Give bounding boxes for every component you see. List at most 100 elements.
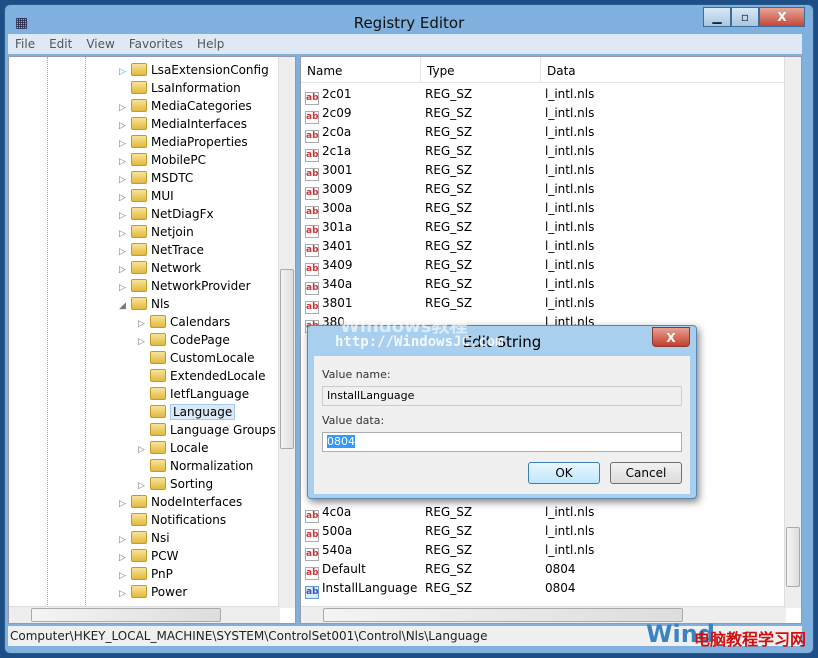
tree-item[interactable]: LsaInformation <box>119 79 241 97</box>
value-row[interactable]: ab Default REG_SZ 0804 <box>305 560 576 580</box>
value-row[interactable]: ab 2c1a REG_SZ l_intl.nls <box>305 142 594 162</box>
menu-view[interactable]: View <box>79 34 121 54</box>
tree-scroll-thumb[interactable] <box>280 269 294 449</box>
tree-item[interactable]: ▷ Nsi <box>119 529 170 547</box>
folder-icon <box>131 513 147 526</box>
tree-item-label: Locale <box>170 441 209 455</box>
expand-arrow-icon[interactable]: ▷ <box>119 585 131 603</box>
menu-edit[interactable]: Edit <box>42 34 79 54</box>
value-name: Default <box>322 562 366 576</box>
column-name[interactable]: Name <box>301 57 421 82</box>
column-type[interactable]: Type <box>421 57 541 82</box>
tree-item[interactable]: ▷ MediaProperties <box>119 133 248 151</box>
value-row[interactable]: ab 340a REG_SZ l_intl.nls <box>305 275 594 295</box>
minimize-button[interactable]: ▁ <box>703 7 731 27</box>
value-row[interactable]: ab 301a REG_SZ l_intl.nls <box>305 218 594 238</box>
tree-item[interactable]: ▷ Netjoin <box>119 223 194 241</box>
folder-icon <box>131 567 147 580</box>
tree-item[interactable]: ExtendedLocale <box>138 367 265 385</box>
value-data-label: Value data: <box>322 414 385 427</box>
value-row[interactable]: ab 540a REG_SZ l_intl.nls <box>305 541 594 561</box>
tree-hscroll-thumb[interactable] <box>31 608 221 622</box>
tree-item[interactable]: ◢ Nls <box>119 295 170 313</box>
tree-item[interactable]: ▷ PnP <box>119 565 173 583</box>
value-row[interactable]: ab 2c09 REG_SZ l_intl.nls <box>305 104 595 124</box>
folder-icon <box>150 405 166 418</box>
tree-item[interactable]: ▷ MobilePC <box>119 151 206 169</box>
column-data[interactable]: Data <box>541 57 786 82</box>
folder-icon <box>131 207 147 220</box>
edit-string-dialog: Edit String X Value name: InstallLanguag… <box>307 325 697 499</box>
tree-horizontal-scrollbar[interactable] <box>9 606 280 623</box>
ok-button[interactable]: OK <box>528 462 600 484</box>
tree-item[interactable]: CustomLocale <box>138 349 254 367</box>
list-hscroll-thumb[interactable] <box>323 608 683 622</box>
tree-item[interactable]: ▷ Calendars <box>138 313 230 331</box>
value-name: 2c0a <box>322 125 352 139</box>
tree-item[interactable]: ▷ NodeInterfaces <box>119 493 242 511</box>
tree-item[interactable]: IetfLanguage <box>138 385 249 403</box>
value-row[interactable]: ab 300a REG_SZ l_intl.nls <box>305 199 594 219</box>
list-scroll-thumb[interactable] <box>786 527 800 587</box>
menu-help[interactable]: Help <box>190 34 231 54</box>
value-row[interactable]: ab 500a REG_SZ l_intl.nls <box>305 522 594 542</box>
tree-item[interactable]: Language <box>138 403 236 421</box>
tree-item-label: Power <box>151 585 188 599</box>
tree-item[interactable]: ▷ PCW <box>119 547 178 565</box>
tree-item[interactable]: ▷ CodePage <box>138 331 230 349</box>
tree-item-label: PnP <box>151 567 173 581</box>
tree-item[interactable]: ▷ LsaExtensionConfig <box>119 61 269 79</box>
value-type: REG_SZ <box>425 581 473 595</box>
folder-icon <box>131 63 147 76</box>
tree-item-label: Nsi <box>151 531 170 545</box>
value-row[interactable]: ab 3409 REG_SZ l_intl.nls <box>305 256 594 276</box>
value-name: 3801 <box>322 296 353 310</box>
menu-favorites[interactable]: Favorites <box>122 34 190 54</box>
tree-item[interactable]: ▷ NetDiagFx <box>119 205 214 223</box>
tree-item-label: MediaCategories <box>151 99 252 113</box>
value-data: l_intl.nls <box>545 87 595 101</box>
cancel-button[interactable]: Cancel <box>610 462 682 484</box>
tree-item[interactable]: ▷ MediaCategories <box>119 97 252 115</box>
tree-item[interactable]: ▷ Power <box>119 583 187 601</box>
tree-item[interactable]: ▷ MSDTC <box>119 169 193 187</box>
tree-item[interactable]: ▷ NetworkProvider <box>119 277 251 295</box>
tree-item[interactable]: ▷ Sorting <box>138 475 213 493</box>
value-row[interactable]: ab 3009 REG_SZ l_intl.nls <box>305 180 594 200</box>
dialog-close-button[interactable]: X <box>652 327 690 347</box>
list-vertical-scrollbar[interactable] <box>784 57 801 608</box>
value-row[interactable]: ab 3001 REG_SZ l_intl.nls <box>305 161 594 181</box>
value-data: l_intl.nls <box>545 106 595 120</box>
close-button[interactable]: X <box>759 7 805 27</box>
tree-item[interactable]: ▷ Locale <box>138 439 208 457</box>
tree-item[interactable]: ▷ MediaInterfaces <box>119 115 247 133</box>
value-data-input[interactable]: 0804 <box>322 432 682 452</box>
tree-item[interactable]: Notifications <box>119 511 226 529</box>
maximize-button[interactable]: ▫ <box>731 7 759 27</box>
tree-vertical-scrollbar[interactable] <box>278 57 295 608</box>
value-data-text: 0804 <box>327 435 355 448</box>
tree-item-label: Calendars <box>170 315 231 329</box>
value-row[interactable]: ab InstallLanguage REG_SZ 0804 <box>305 579 576 599</box>
folder-icon <box>131 153 147 166</box>
menu-file[interactable]: File <box>8 34 42 54</box>
tree-item[interactable]: ▷ Network <box>119 259 201 277</box>
tree-item-label: ExtendedLocale <box>170 369 266 383</box>
tree-item[interactable]: Language Groups <box>138 421 276 439</box>
tree-item[interactable]: ▷ MUI <box>119 187 174 205</box>
value-type: REG_SZ <box>425 125 473 139</box>
watermark-title: Windows教程 <box>340 316 468 337</box>
folder-icon <box>131 549 147 562</box>
value-data: l_intl.nls <box>545 239 595 253</box>
value-row[interactable]: ab 3401 REG_SZ l_intl.nls <box>305 237 595 257</box>
value-name: 3009 <box>322 182 353 196</box>
value-name: 540a <box>322 543 353 557</box>
collapse-arrow-icon[interactable]: ◢ <box>119 297 131 315</box>
tree-item[interactable]: Normalization <box>138 457 253 475</box>
tree-item[interactable]: ▷ NetTrace <box>119 241 204 259</box>
value-row[interactable]: ab 3801 REG_SZ l_intl.nls <box>305 294 594 314</box>
value-row[interactable]: ab 2c01 REG_SZ l_intl.nls <box>305 85 595 105</box>
value-row[interactable]: ab 2c0a REG_SZ l_intl.nls <box>305 123 594 143</box>
value-row[interactable]: ab 4c0a REG_SZ l_intl.nls <box>305 503 594 523</box>
folder-icon <box>150 333 166 346</box>
